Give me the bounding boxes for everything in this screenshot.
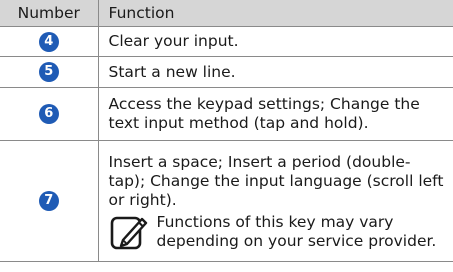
note-text: Functions of this key may vary depending… bbox=[156, 213, 437, 250]
note-pencil-icon bbox=[110, 216, 147, 250]
table-row: 4 Clear your input. bbox=[0, 26, 453, 57]
number-badge: 4 bbox=[38, 31, 59, 52]
number-badge: 6 bbox=[38, 104, 59, 124]
function-cell: Access the keypad settings; Change the t… bbox=[97, 87, 453, 141]
number-badge: 7 bbox=[38, 191, 59, 211]
number-cell: 7 bbox=[0, 140, 99, 262]
number-badge: 5 bbox=[38, 62, 59, 82]
note-block: Functions of this key may vary depending… bbox=[109, 213, 446, 253]
function-text: Insert a space; Insert a period (double-… bbox=[108, 153, 444, 209]
column-header-function: Function bbox=[97, 0, 453, 27]
table-row: 5 Start a new line. bbox=[0, 56, 453, 88]
number-cell: 6 bbox=[0, 87, 99, 141]
table-row: 6 Access the keypad settings; Change the… bbox=[0, 87, 453, 141]
function-cell: Clear your input. bbox=[97, 26, 453, 57]
column-header-number: Number bbox=[0, 0, 99, 27]
function-cell: Insert a space; Insert a period (double-… bbox=[97, 140, 453, 262]
function-cell: Start a new line. bbox=[97, 56, 453, 88]
table-row: 7 Insert a space; Insert a period (doubl… bbox=[0, 140, 453, 262]
table-header-row: Number Function bbox=[0, 0, 453, 27]
function-table: Number Function 4 Clear your input. 5 St… bbox=[0, 0, 453, 262]
number-cell: 4 bbox=[0, 26, 99, 57]
number-cell: 5 bbox=[0, 56, 99, 88]
